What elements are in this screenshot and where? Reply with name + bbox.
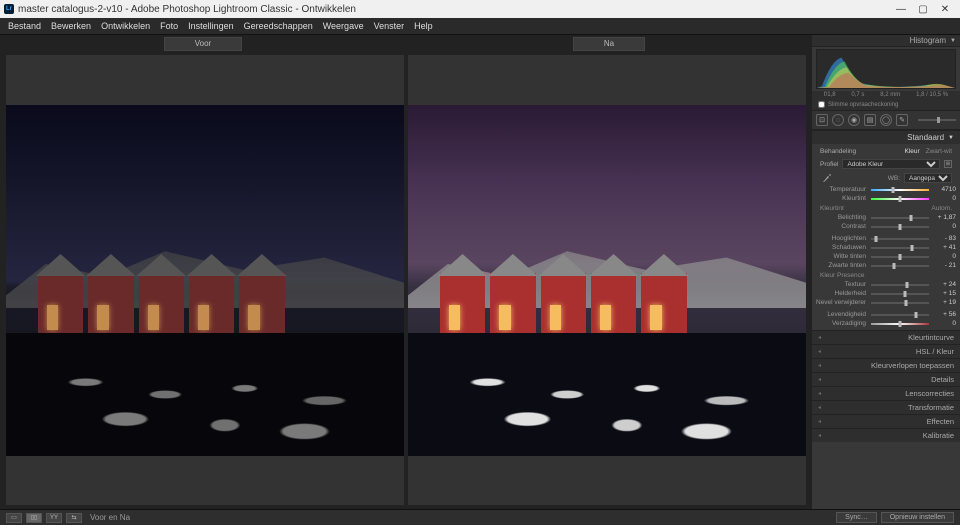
before-label: Voor bbox=[164, 37, 242, 51]
saturation-label: Verzadiging bbox=[816, 320, 866, 327]
colorgrading-panel[interactable]: ◂Kleurverlopen toepassen bbox=[812, 358, 960, 372]
lens-panel[interactable]: ◂Lenscorrecties bbox=[812, 386, 960, 400]
before-after-view-icon[interactable]: ▯▯ bbox=[26, 513, 42, 523]
hsl-panel[interactable]: ◂HSL / Kleur bbox=[812, 344, 960, 358]
whites-slider[interactable] bbox=[871, 256, 929, 258]
blacks-label: Zwarte tinten bbox=[816, 262, 866, 269]
menubar: Bestand Bewerken Ontwikkelen Foto Instel… bbox=[0, 18, 960, 34]
texture-label: Textuur bbox=[816, 281, 866, 288]
before-image[interactable] bbox=[6, 55, 404, 505]
swap-view-icon[interactable]: ⇆ bbox=[66, 513, 82, 523]
treatment-label: Behandeling bbox=[820, 148, 856, 155]
temp-slider[interactable] bbox=[871, 189, 929, 191]
temp-value[interactable]: 4710 bbox=[934, 186, 956, 193]
wb-label: WB: bbox=[838, 175, 900, 182]
texture-slider[interactable] bbox=[871, 284, 929, 286]
tool-slider[interactable] bbox=[918, 119, 956, 121]
saturation-value[interactable]: 0 bbox=[934, 320, 956, 327]
reset-button[interactable]: Opnieuw instellen bbox=[881, 512, 954, 523]
after-image[interactable] bbox=[408, 55, 806, 505]
menu-bewerken[interactable]: Bewerken bbox=[47, 21, 95, 31]
exposure-slider[interactable] bbox=[871, 217, 929, 219]
treatment-bw[interactable]: Zwart-wit bbox=[926, 148, 952, 155]
view-mode-label: Voor en Na bbox=[90, 513, 130, 522]
radial-tool-icon[interactable]: ◯ bbox=[880, 114, 892, 126]
dehaze-label: Nevel verwijderen bbox=[816, 299, 866, 306]
wb-dropper-icon[interactable] bbox=[820, 173, 834, 183]
gradient-tool-icon[interactable]: ▤ bbox=[864, 114, 876, 126]
exposure-value[interactable]: + 1,87 bbox=[934, 214, 956, 221]
highlights-label: Hooglichten bbox=[816, 235, 866, 242]
histogram-header[interactable]: Histogram▼ bbox=[812, 35, 960, 47]
brush-tool-icon[interactable]: ✎ bbox=[896, 114, 908, 126]
contrast-slider[interactable] bbox=[871, 226, 929, 228]
after-label: Na bbox=[573, 37, 645, 51]
loupe-view-icon[interactable]: ▭ bbox=[6, 513, 22, 523]
spot-tool-icon[interactable]: ◌ bbox=[832, 114, 844, 126]
blacks-value[interactable]: - 21 bbox=[934, 262, 956, 269]
histogram-original-toggle[interactable]: Slimme opvraacheckoning bbox=[812, 99, 960, 110]
histogram-stats: f/1,8 0,7 s 8,2 mm 1,8 / 10,5 % bbox=[812, 91, 960, 99]
menu-gereedschappen[interactable]: Gereedschappen bbox=[240, 21, 317, 31]
menu-weergave[interactable]: Weergave bbox=[319, 21, 368, 31]
menu-venster[interactable]: Venster bbox=[370, 21, 409, 31]
profile-select[interactable]: Adobe Kleur bbox=[842, 159, 940, 169]
tint-label: Kleurtint bbox=[816, 195, 866, 202]
detail-panel[interactable]: ◂Details bbox=[812, 372, 960, 386]
menu-ontwikkelen[interactable]: Ontwikkelen bbox=[97, 21, 154, 31]
redeye-tool-icon[interactable]: ◉ bbox=[848, 114, 860, 126]
whites-label: Witte tinten bbox=[816, 253, 866, 260]
transform-panel[interactable]: ◂Transformatie bbox=[812, 400, 960, 414]
clarity-label: Helderheid bbox=[816, 290, 866, 297]
exposure-label: Belichting bbox=[816, 214, 866, 221]
basic-panel-header[interactable]: Standaard▼ bbox=[812, 130, 960, 144]
clarity-value[interactable]: + 15 bbox=[934, 290, 956, 297]
highlights-value[interactable]: - 83 bbox=[934, 235, 956, 242]
vibrance-slider[interactable] bbox=[871, 314, 929, 316]
yy-view-icon[interactable]: YY bbox=[46, 513, 62, 523]
whites-value[interactable]: 0 bbox=[934, 253, 956, 260]
histogram-chart[interactable] bbox=[816, 49, 956, 89]
tint-value[interactable]: 0 bbox=[934, 195, 956, 202]
wb-select[interactable]: Aangepast bbox=[904, 173, 952, 183]
shadows-slider[interactable] bbox=[871, 247, 929, 249]
auto-tone-button[interactable]: Autom. bbox=[931, 205, 952, 212]
tonecurve-panel[interactable]: ◂Kleurtintcurve bbox=[812, 330, 960, 344]
temp-label: Temperatuur bbox=[816, 186, 866, 193]
shadows-label: Schaduwen bbox=[816, 244, 866, 251]
menu-bestand[interactable]: Bestand bbox=[4, 21, 45, 31]
profile-label: Profiel bbox=[820, 161, 838, 168]
texture-value[interactable]: + 24 bbox=[934, 281, 956, 288]
shadows-value[interactable]: + 41 bbox=[934, 244, 956, 251]
minimize-button[interactable]: — bbox=[896, 4, 906, 15]
calibration-panel[interactable]: ◂Kalibratie bbox=[812, 428, 960, 442]
sync-button[interactable]: Sync… bbox=[836, 512, 877, 523]
tint-slider[interactable] bbox=[871, 198, 929, 200]
menu-foto[interactable]: Foto bbox=[156, 21, 182, 31]
menu-instellingen[interactable]: Instellingen bbox=[184, 21, 238, 31]
contrast-value[interactable]: 0 bbox=[934, 223, 956, 230]
close-button[interactable]: ✕ bbox=[940, 4, 950, 15]
tone-header: Kleurtint bbox=[820, 205, 844, 212]
vibrance-label: Levendigheid bbox=[816, 311, 866, 318]
effects-panel[interactable]: ◂Effecten bbox=[812, 414, 960, 428]
saturation-slider[interactable] bbox=[871, 323, 929, 325]
menu-help[interactable]: Help bbox=[410, 21, 437, 31]
dehaze-slider[interactable] bbox=[871, 302, 929, 304]
blacks-slider[interactable] bbox=[871, 265, 929, 267]
dehaze-value[interactable]: + 19 bbox=[934, 299, 956, 306]
clarity-slider[interactable] bbox=[871, 293, 929, 295]
profile-browser-icon[interactable]: ⊞ bbox=[944, 160, 952, 168]
contrast-label: Contrast bbox=[816, 223, 866, 230]
vibrance-value[interactable]: + 56 bbox=[934, 311, 956, 318]
crop-tool-icon[interactable]: ⊡ bbox=[816, 114, 828, 126]
app-icon: Lr bbox=[4, 4, 14, 14]
maximize-button[interactable]: ▢ bbox=[918, 4, 928, 15]
treatment-color[interactable]: Kleur bbox=[904, 148, 919, 155]
highlights-slider[interactable] bbox=[871, 238, 929, 240]
window-title: master catalogus-2-v10 - Adobe Photoshop… bbox=[18, 4, 896, 15]
presence-header: Kleur Presence bbox=[820, 272, 864, 279]
